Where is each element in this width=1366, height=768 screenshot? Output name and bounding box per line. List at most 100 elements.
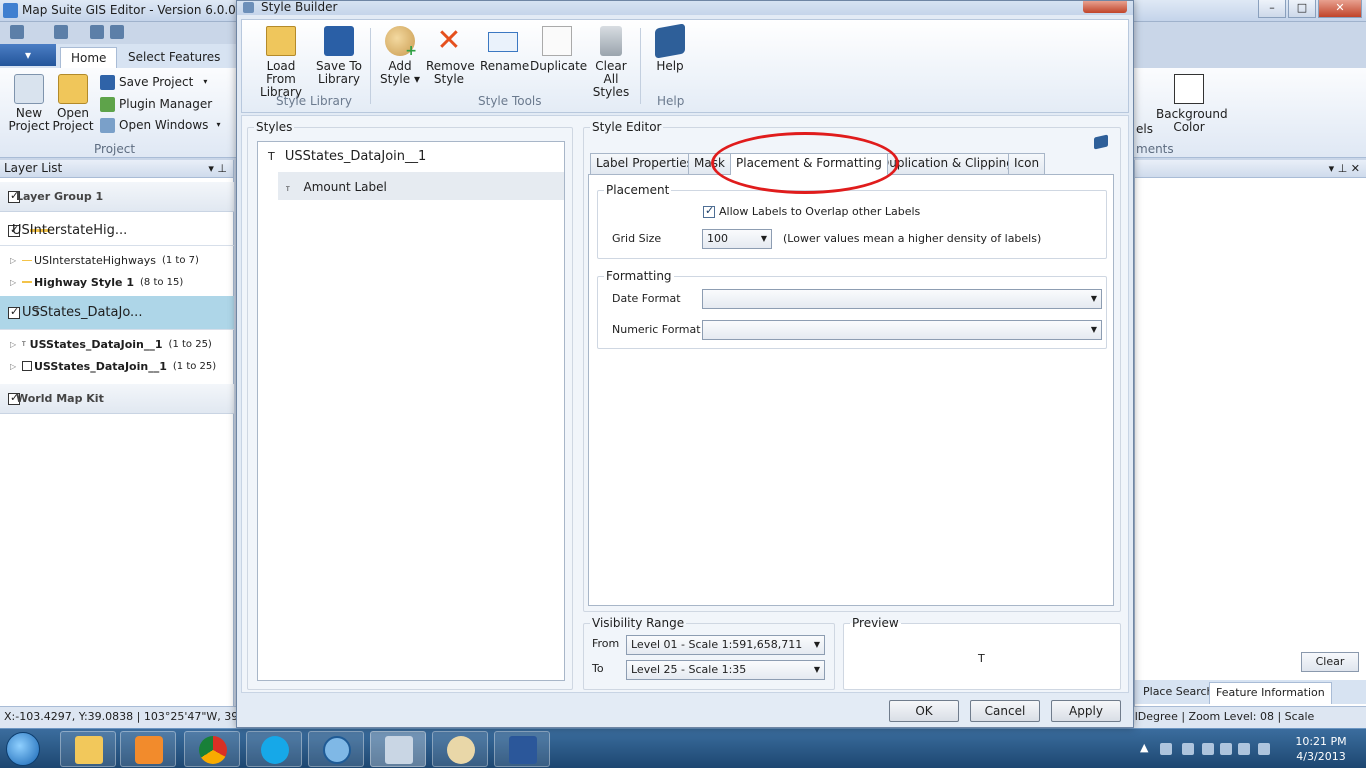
skype-taskbar-button[interactable] <box>246 731 302 767</box>
print-icon[interactable] <box>90 25 104 39</box>
world-map-group-row[interactable]: World Map Kit <box>0 384 234 414</box>
app-icon <box>3 3 18 18</box>
save-project-button[interactable]: Save Project ▾ <box>100 72 207 92</box>
tab-home[interactable]: Home <box>60 47 118 68</box>
cancel-button[interactable]: Cancel <box>970 700 1040 722</box>
style-row-highway[interactable]: ▷ Highway Style 1 (8 to 15) <box>0 271 234 293</box>
clock[interactable]: 10:21 PM 4/3/2013 <box>1290 734 1352 764</box>
allow-overlap-checkbox[interactable] <box>703 204 715 218</box>
trash-icon <box>600 26 622 56</box>
tab-icon[interactable]: Icon <box>1008 153 1046 174</box>
chrome-taskbar-button[interactable] <box>184 731 240 767</box>
volume-icon[interactable] <box>1258 743 1270 755</box>
duplicate-button[interactable]: Duplicate <box>530 26 587 73</box>
start-button[interactable] <box>6 732 40 766</box>
close-icon[interactable]: ✕ <box>1318 0 1362 18</box>
line-style-icon <box>22 281 32 283</box>
layer-row-interstate[interactable]: USInterstateHig... <box>0 216 234 246</box>
grid-size-select[interactable]: 100 ▼ <box>702 229 772 249</box>
expand-icon[interactable]: ▷ <box>10 340 22 349</box>
signal-icon[interactable] <box>1220 743 1232 755</box>
visibility-from-select[interactable]: Level 01 - Scale 1:591,658,711 ▼ <box>626 635 825 655</box>
app-menu-button[interactable]: ▾ <box>0 44 56 66</box>
expand-icon[interactable]: ▷ <box>10 278 22 287</box>
save-icon <box>100 74 115 90</box>
right-panel-tabs: Place Search Feature Information <box>1135 680 1366 704</box>
gis-editor-taskbar-button[interactable] <box>370 731 426 767</box>
duplicate-icon <box>542 26 572 56</box>
plugin-manager-button[interactable]: Plugin Manager <box>100 94 212 114</box>
clear-all-styles-button[interactable]: Clear All Styles <box>586 26 636 99</box>
new-project-icon <box>14 74 44 104</box>
rename-button[interactable]: Rename <box>480 26 529 73</box>
dialog-close-icon[interactable] <box>1083 1 1127 13</box>
maximize-icon[interactable]: □ <box>1288 0 1316 18</box>
line-style-icon <box>22 259 32 261</box>
coordinates-readout: X:-103.4297, Y:39.0838 | 103°25'47"W, 39… <box>4 710 268 723</box>
device-icon[interactable] <box>1202 743 1214 755</box>
load-from-library-button[interactable]: Load From Library <box>250 26 312 99</box>
open-folder-icon <box>266 26 296 56</box>
visibility-to-select[interactable]: Level 25 - Scale 1:35 ▼ <box>626 660 825 680</box>
tab-placement-formatting[interactable]: Placement & Formatting <box>730 153 888 175</box>
style-row-states-2[interactable]: ▷ USStates_DataJoin__1 (1 to 25) <box>0 355 234 377</box>
tab-label-properties[interactable]: Label Properties <box>590 153 699 174</box>
open-project-button[interactable]: Open Project <box>50 74 96 133</box>
right-panel-header: ▾ ⊥ ✕ <box>1135 160 1366 178</box>
group-style-tools-label: Style Tools <box>478 94 542 108</box>
apply-button[interactable]: Apply <box>1051 700 1121 722</box>
itunes-taskbar-button[interactable] <box>308 731 364 767</box>
add-style-button[interactable]: + Add Style ▾ <box>378 26 422 86</box>
date-format-select[interactable]: ▼ <box>702 289 1102 309</box>
partial-group-label: ments <box>1136 142 1174 156</box>
media-player-taskbar-button[interactable] <box>120 731 176 767</box>
explorer-taskbar-button[interactable] <box>60 731 116 767</box>
style-tree-child[interactable]: T Amount Label <box>278 172 564 200</box>
table-icon[interactable] <box>110 25 124 39</box>
numeric-format-label: Numeric Format <box>612 323 701 336</box>
style-tree-root[interactable]: T USStates_DataJoin__1 <box>268 149 426 164</box>
ribbon-tabs: ▾ Home Select Features <box>0 44 240 68</box>
layer-group-row[interactable]: Layer Group 1 <box>0 182 234 212</box>
save-to-library-button[interactable]: Save To Library <box>314 26 364 86</box>
new-project-button[interactable]: New Project <box>6 74 52 133</box>
style-row-states-1[interactable]: ▷ T USStates_DataJoin__1 (1 to 25) <box>0 333 234 355</box>
tray-expand-icon[interactable]: ▲ <box>1140 741 1148 754</box>
pin-icon[interactable]: ▾ ⊥ ✕ <box>1329 160 1360 177</box>
battery-icon[interactable] <box>1238 743 1250 755</box>
expand-icon[interactable]: ▷ <box>10 362 22 371</box>
word-taskbar-button[interactable] <box>494 731 550 767</box>
remove-style-button[interactable]: ✕ Remove Style <box>426 26 475 86</box>
minimize-icon[interactable]: – <box>1258 0 1286 18</box>
skype-icon <box>261 736 289 764</box>
date-format-label: Date Format <box>612 292 681 305</box>
style-row-interstate[interactable]: ▷ USInterstateHighways (1 to 7) <box>0 249 234 271</box>
toolbar-separator <box>370 28 371 104</box>
open-windows-button[interactable]: Open Windows ▾ <box>100 115 220 135</box>
dialog-title: Style Builder <box>261 0 338 14</box>
tab-feature-information[interactable]: Feature Information <box>1209 682 1332 704</box>
help-book-icon <box>655 23 685 59</box>
expand-icon[interactable]: ▷ <box>10 256 22 265</box>
preview-glyph: T <box>978 652 985 665</box>
save-icon[interactable] <box>54 25 68 39</box>
layer-row-states[interactable]: T USStates_DataJo... <box>0 296 234 330</box>
tab-select-features[interactable]: Select Features <box>118 47 230 68</box>
network-icon[interactable] <box>1160 743 1172 755</box>
pin-icon[interactable]: ▾ ⊥ <box>208 160 227 177</box>
background-color-label[interactable]: Background Color <box>1156 108 1228 134</box>
rename-icon <box>488 32 518 52</box>
taskbar: ▲ 10:21 PM 4/3/2013 <box>0 728 1366 768</box>
allow-overlap-label[interactable]: Allow Labels to Overlap other Labels <box>719 205 920 218</box>
paint-taskbar-button[interactable] <box>432 731 488 767</box>
tab-place-search[interactable]: Place Search <box>1137 682 1220 704</box>
help-button[interactable]: Help <box>648 23 692 73</box>
flag-icon[interactable] <box>1182 743 1194 755</box>
new-file-icon[interactable] <box>10 25 24 39</box>
background-color-swatch[interactable] <box>1174 74 1204 104</box>
clear-button[interactable]: Clear <box>1301 652 1359 672</box>
states-checkbox[interactable] <box>8 305 20 319</box>
numeric-format-select[interactable]: ▼ <box>702 320 1102 340</box>
system-tray: ▲ 10:21 PM 4/3/2013 <box>1138 729 1366 768</box>
ok-button[interactable]: OK <box>889 700 959 722</box>
